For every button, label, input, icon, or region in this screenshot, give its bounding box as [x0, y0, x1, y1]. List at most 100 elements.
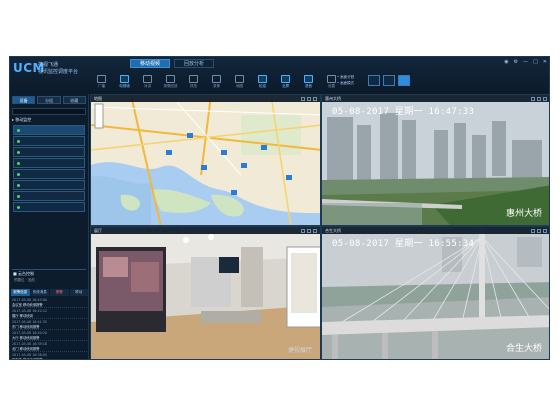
toolbar-button-7[interactable]: 轮巡 — [251, 71, 274, 93]
camera-icon — [189, 75, 198, 83]
alarm-message: 会议室 移动侦测报警 — [12, 302, 43, 307]
toolbar-button-0[interactable]: 广播 — [90, 71, 113, 93]
app-window: UCM 捷视飞通 视讯监控调度平台 移动视频 回放分析 ◉ ⚙ — □ ✕ 广播… — [9, 56, 550, 360]
alarm-list-item[interactable]: 2017-05-08 16:43:00 会议室 移动侦测报警 — [12, 298, 87, 308]
device-tree-item[interactable] — [13, 158, 85, 168]
video-tile-hesheng-bridge[interactable]: 合生大桥 05-08-2017 星期一 16:55:34 合生大桥 — [321, 226, 549, 359]
device-search-input[interactable] — [12, 108, 86, 115]
alarm-list-item[interactable]: 2017-05-08 16:40:20 大厅 移动侦测报警 — [12, 331, 87, 341]
sidebar-tab-groups[interactable]: 分组 — [37, 96, 61, 104]
ptz-title: ■ 云台控制 — [13, 271, 35, 276]
toolbar-button-6[interactable]: 地图 — [228, 71, 251, 93]
device-tree-item[interactable] — [13, 180, 85, 190]
sidebar-tab-favorites[interactable]: 收藏 — [62, 96, 86, 104]
layout-2x2-button[interactable] — [383, 74, 395, 86]
toolbar: 广播 电视墙 对讲 录像回放 抓拍 录像 地图 轮巡 全屏 语音 设置 — [90, 71, 343, 93]
tile-title: 展厅 — [94, 227, 102, 233]
sidebar-tab-devices[interactable]: 设备 — [12, 96, 36, 104]
alarm-message: 停车场 移动侦测报警 — [12, 357, 43, 360]
user-icon[interactable]: ◉ — [504, 59, 508, 65]
video-grid: 地图 惠州大桥 05-08-2017 星期一 16:47:33 惠州大桥 展厅 … — [90, 94, 549, 359]
device-tree-item[interactable] — [13, 169, 85, 179]
record-icon — [212, 75, 221, 83]
map-icon — [235, 75, 244, 83]
nav-tabs: 移动视频 回放分析 — [130, 59, 215, 68]
tile-caption: 惠州大桥 — [505, 209, 542, 219]
alarm-tab-2[interactable]: 报警 — [50, 289, 69, 296]
toolbar-button-4[interactable]: 抓拍 — [182, 71, 205, 93]
alarm-tabs: 报警信息 系统消息 报警 联动 — [10, 288, 89, 297]
toolbar-label: 电视墙 — [119, 84, 130, 88]
online-status-icon — [17, 172, 20, 176]
settings-icon[interactable]: ⚙ — [514, 59, 518, 65]
tile-controls[interactable] — [531, 228, 549, 233]
layout-selector: • 画面分割 • 画面模式 — [337, 74, 410, 86]
alarm-list-item[interactable]: 2017-05-08 16:42:12 展厅 移动侦测 — [12, 309, 87, 319]
tile-titlebar: 展厅 — [91, 227, 320, 234]
tile-titlebar: 地图 — [91, 95, 320, 102]
minimize-icon[interactable]: — — [523, 59, 528, 65]
sidebar-tabs: 设备 分组 收藏 — [10, 94, 88, 106]
video-tile-huizhou-bridge[interactable]: 惠州大桥 05-08-2017 星期一 16:47:33 惠州大桥 — [321, 94, 549, 226]
toolbar-label: 地图 — [236, 84, 243, 88]
toolbar-label: 抓拍 — [190, 84, 197, 88]
video-tile-map[interactable]: 地图 — [90, 94, 321, 226]
alarm-tab-0[interactable]: 报警信息 — [11, 289, 30, 296]
subtitle-line1: 捷视飞通 — [38, 62, 59, 68]
toolbar-button-9[interactable]: 语音 — [297, 71, 320, 93]
toolbar-button-1[interactable]: 电视墙 — [113, 71, 136, 93]
alarm-list-item[interactable]: 2017-05-08 16:41:35 东门 移动侦测报警 — [12, 320, 87, 330]
tile-controls[interactable] — [531, 96, 549, 101]
tab-live-video[interactable]: 移动视频 — [130, 59, 171, 68]
alarm-tab-3[interactable]: 联动 — [69, 289, 88, 296]
tile-controls[interactable] — [301, 228, 320, 233]
alarm-message: 北门 移动侦测报警 — [12, 346, 40, 351]
device-tree-item[interactable] — [13, 136, 85, 146]
ptz-options[interactable]: 预置位 · 巡航 — [12, 278, 86, 283]
toolbar-label: 全屏 — [282, 84, 289, 88]
film-icon — [166, 75, 175, 83]
voice-icon — [304, 75, 313, 83]
tab-playback[interactable]: 回放分析 — [174, 59, 215, 68]
device-tree-title: ▸ 移动监控 — [12, 117, 32, 122]
toolbar-button-5[interactable]: 录像 — [205, 71, 228, 93]
map-view[interactable] — [91, 95, 321, 226]
layout-1x1-button[interactable] — [368, 74, 380, 86]
online-status-icon — [17, 183, 20, 187]
alarm-message: 东门 移动侦测报警 — [12, 324, 40, 329]
device-tree-item[interactable] — [13, 202, 85, 212]
tile-title: 地图 — [94, 95, 102, 101]
video-tile-showroom[interactable]: 展厅 2017-05-08 16:47:52 捷视展厅 — [90, 226, 321, 359]
alarm-tab-1[interactable]: 系统消息 — [30, 289, 49, 296]
mic-icon — [143, 75, 152, 83]
device-tree-item[interactable] — [13, 147, 85, 157]
layout-3x3-button[interactable] — [398, 74, 410, 86]
toolbar-button-3[interactable]: 录像回放 — [159, 71, 182, 93]
maximize-icon[interactable]: □ — [533, 59, 538, 65]
layout-line2: • 画面模式 — [337, 81, 355, 85]
tile-caption: 捷视展厅 — [287, 347, 312, 354]
toolbar-label: 轮巡 — [259, 84, 266, 88]
gear-icon — [327, 75, 336, 83]
alarm-message: 展厅 移动侦测 — [12, 313, 33, 318]
alarm-list-item[interactable]: 2017-05-08 16:39:18 北门 移动侦测报警 — [12, 342, 87, 352]
header: UCM 捷视飞通 视讯监控调度平台 移动视频 回放分析 ◉ ⚙ — □ ✕ 广播… — [10, 57, 549, 94]
online-status-icon — [17, 194, 20, 198]
app-subtitle: 捷视飞通 视讯监控调度平台 — [38, 62, 78, 76]
tile-controls[interactable] — [301, 96, 320, 101]
toolbar-label: 语音 — [305, 84, 312, 88]
device-tree-item[interactable] — [13, 191, 85, 201]
tile-titlebar: 惠州大桥 — [322, 95, 549, 102]
subtitle-line2: 视讯监控调度平台 — [38, 69, 79, 75]
close-icon[interactable]: ✕ — [543, 59, 547, 65]
cycle-icon — [258, 75, 267, 83]
device-tree-item[interactable] — [13, 125, 85, 135]
online-status-icon — [17, 139, 20, 143]
toolbar-button-2[interactable]: 对讲 — [136, 71, 159, 93]
camera-feed — [91, 227, 320, 359]
alarm-list-item[interactable]: 2017-05-08 16:38:05 停车场 移动侦测报警 — [12, 353, 87, 360]
toolbar-button-8[interactable]: 全屏 — [274, 71, 297, 93]
tile-caption: 合生大桥 — [505, 344, 542, 354]
alarm-list: 2017-05-08 16:43:00 会议室 移动侦测报警 2017-05-08 … — [12, 298, 87, 360]
alarm-message: 大厅 移动侦测报警 — [12, 335, 40, 340]
